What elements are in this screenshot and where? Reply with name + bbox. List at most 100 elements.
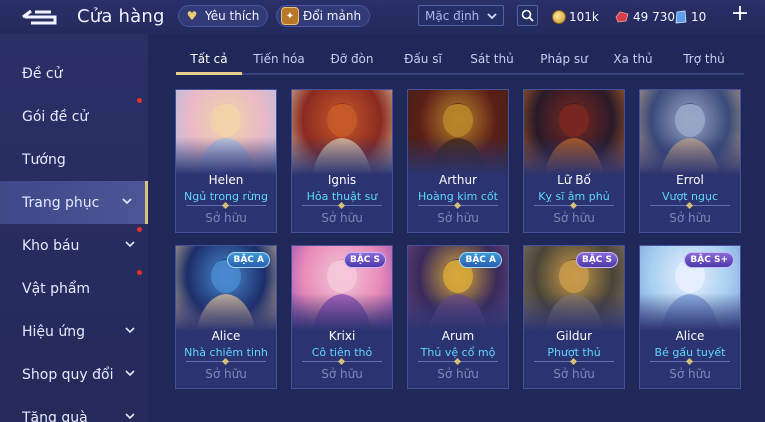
add-currency-button[interactable]: + [730, 1, 750, 26]
hero-name: Arum [441, 329, 475, 343]
sidebar-item-gifts[interactable]: Tặng quà [0, 396, 148, 422]
chevron-down-icon [125, 413, 135, 420]
skin-artwork [524, 90, 624, 175]
gold-coin-icon [552, 10, 566, 24]
top-bar: Cửa hàng ♥ Yêu thích ✦ Đổi mảnh Mặc định… [0, 0, 765, 34]
chevron-down-icon [125, 327, 135, 334]
ownership-status: Sở hữu [437, 367, 479, 381]
skin-card[interactable]: BẬC A Alice Nhà chiêm tinh Sở hữu [175, 245, 277, 389]
hero-name: Lữ Bố [557, 173, 591, 187]
tier-badge: BẬC S [343, 252, 386, 268]
sidebar-item-label: Tướng [22, 151, 66, 168]
sidebar-item-featured[interactable]: Đề cử [0, 52, 148, 95]
sidebar: Đề cử Gói đề cử Tướng Trang phục Kho báu… [0, 34, 148, 422]
fragments-label: Đổi mảnh [303, 9, 362, 23]
skin-name: Ngủ trong rừng [184, 190, 268, 203]
fragments-button[interactable]: ✦ Đổi mảnh [276, 5, 371, 27]
voucher-counter: 10 [674, 7, 706, 27]
plus-icon: + [730, 1, 750, 26]
skin-card[interactable]: Errol Vượt ngục Sở hữu [639, 89, 741, 233]
tab-assassin[interactable]: Sát thủ [466, 52, 518, 74]
divider [418, 361, 498, 362]
tab-marksman[interactable]: Xa thủ [608, 52, 658, 74]
back-button[interactable] [20, 7, 60, 27]
sidebar-item-label: Đề cử [22, 65, 63, 82]
favorites-button[interactable]: ♥ Yêu thích [178, 5, 269, 27]
heart-icon: ♥ [186, 9, 198, 23]
divider [650, 361, 730, 362]
ownership-status: Sở hữu [321, 367, 363, 381]
ownership-status: Sở hữu [553, 211, 595, 225]
tab-mage[interactable]: Pháp sư [536, 52, 592, 74]
sidebar-item-label: Trang phục [22, 194, 100, 211]
divider [418, 205, 498, 206]
skin-card[interactable]: BẬC S Krixi Cô tiên thỏ Sở hữu [291, 245, 393, 389]
sidebar-item-featured-packs[interactable]: Gói đề cử [0, 95, 148, 138]
sidebar-item-heroes[interactable]: Tướng [0, 138, 148, 181]
search-button[interactable] [517, 5, 538, 26]
sidebar-item-skins[interactable]: Trang phục [0, 181, 148, 224]
sidebar-item-label: Hiệu ứng [22, 323, 85, 340]
tab-active-indicator [176, 72, 242, 75]
skin-name: Phượt thủ [547, 346, 601, 359]
sidebar-item-exchange-shop[interactable]: Shop quy đổi [0, 353, 148, 396]
hero-silhouette-icon [428, 103, 488, 175]
skin-card[interactable]: BẬC A Arum Thủ vệ cổ mộ Sở hữu [407, 245, 509, 389]
skin-card[interactable]: Helen Ngủ trong rừng Sở hữu [175, 89, 277, 233]
skin-name: Cô tiên thỏ [311, 346, 373, 359]
sort-dropdown[interactable]: Mặc định [418, 5, 504, 26]
category-tabs: Tất cả Tiến hóa Đỡ đòn Đấu sĩ Sát thủ Ph… [176, 46, 746, 76]
tier-badge: BẬC A [227, 252, 270, 268]
ownership-status: Sở hữu [669, 367, 711, 381]
skin-artwork [640, 90, 740, 175]
skin-artwork [408, 90, 508, 175]
tab-tank[interactable]: Đỡ đòn [324, 52, 380, 74]
gold-counter: 101k [552, 7, 599, 27]
skin-card[interactable]: BẬC S Gildur Phượt thủ Sở hữu [523, 245, 625, 389]
chevron-down-icon [487, 12, 497, 19]
divider [302, 205, 382, 206]
chevron-down-icon [122, 198, 132, 205]
page-title: Cửa hàng [77, 6, 165, 27]
tier-badge: BẬC A [459, 252, 502, 268]
tab-all[interactable]: Tất cả [176, 52, 242, 74]
skin-card[interactable]: BẬC S+ Alice Bé gấu tuyết Sở hữu [639, 245, 741, 389]
skin-name: Hoàng kim cốt [418, 190, 498, 203]
tab-evolution[interactable]: Tiến hóa [248, 52, 310, 74]
sidebar-item-label: Tặng quà [22, 409, 88, 422]
skin-card[interactable]: Lữ Bố Kỵ sĩ âm phủ Sở hữu [523, 89, 625, 233]
hero-silhouette-icon [544, 103, 604, 175]
skin-card[interactable]: Ignis Hỏa thuật sư Sở hữu [291, 89, 393, 233]
hero-name: Helen [208, 173, 244, 187]
hero-name: Arthur [439, 173, 477, 187]
ruby-value: 49 730 [633, 10, 675, 24]
divider [186, 361, 266, 362]
hero-name: Errol [676, 173, 704, 187]
divider [534, 361, 614, 362]
skin-artwork [176, 90, 276, 175]
tab-fighter[interactable]: Đấu sĩ [398, 52, 448, 74]
sidebar-item-label: Shop quy đổi [22, 366, 114, 383]
divider [534, 205, 614, 206]
sidebar-item-label: Kho báu [22, 237, 80, 254]
hero-silhouette-icon [312, 103, 372, 175]
tier-badge: BẬC S [575, 252, 618, 268]
hero-name: Krixi [328, 329, 356, 343]
skin-artwork [292, 90, 392, 175]
tab-support[interactable]: Trợ thủ [676, 52, 732, 74]
hero-name: Ignis [327, 173, 357, 187]
hero-silhouette-icon [660, 103, 720, 175]
sidebar-item-treasure[interactable]: Kho báu [0, 224, 148, 267]
sort-selected-value: Mặc định [425, 8, 480, 23]
fragment-icon: ✦ [281, 7, 299, 25]
ownership-status: Sở hữu [669, 211, 711, 225]
tier-badge: BẬC S+ [684, 252, 734, 268]
back-arrow-icon [22, 9, 57, 25]
sidebar-item-effects[interactable]: Hiệu ứng [0, 310, 148, 353]
sidebar-item-items[interactable]: Vật phẩm [0, 267, 148, 310]
hero-name: Alice [211, 329, 241, 343]
voucher-icon [675, 10, 687, 24]
skin-card[interactable]: Arthur Hoàng kim cốt Sở hữu [407, 89, 509, 233]
notification-dot [137, 98, 142, 103]
main-panel: Tất cả Tiến hóa Đỡ đòn Đấu sĩ Sát thủ Ph… [148, 34, 765, 422]
